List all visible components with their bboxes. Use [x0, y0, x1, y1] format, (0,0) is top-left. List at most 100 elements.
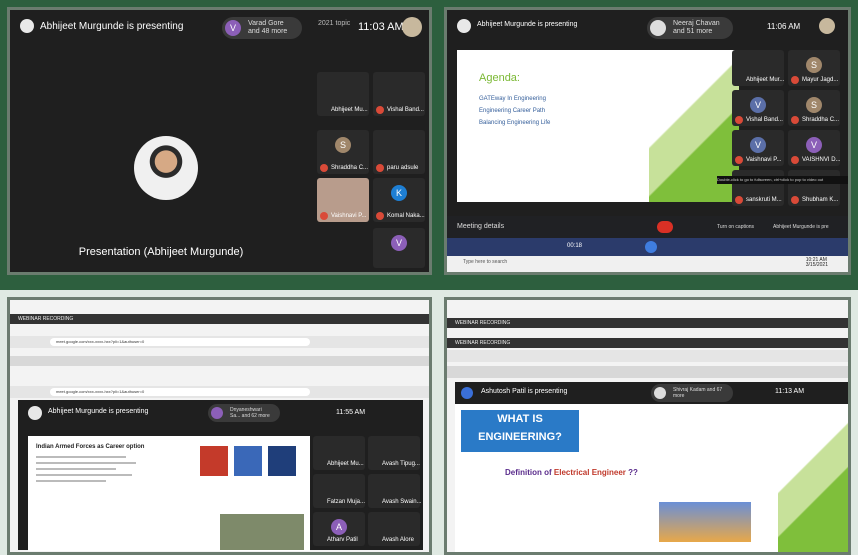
agenda-item: GATEway In Engineering: [479, 96, 546, 102]
mic-muted-icon: [320, 212, 328, 220]
mic-muted-icon: [376, 164, 384, 172]
participant-tile[interactable]: V: [373, 228, 425, 268]
browser-toolbar: [447, 350, 848, 362]
screenshot-panel-3: WEBINAR RECORDING meet.google.com/xxx-xx…: [7, 297, 432, 555]
present-icon: [457, 19, 471, 33]
windows-taskbar: Type here to search 10:21 AM 3/15/2021: [447, 256, 848, 272]
agenda-item: Engineering Career Path: [479, 108, 546, 114]
participants-label: Dnyaneshwari Sa... and 62 more: [230, 407, 270, 419]
avatar: [650, 20, 666, 36]
inner-meet-window: Ashutosh Patil is presenting Shivraj Kad…: [455, 382, 848, 552]
avatar: [211, 407, 223, 419]
what-is-engineering-banner: WHAT IS ENGINEERING?: [461, 410, 579, 452]
presentation-slide: WHAT IS ENGINEERING? Definition of Elect…: [455, 404, 848, 552]
play-icon[interactable]: [645, 241, 657, 253]
avatar: [654, 387, 666, 399]
participant-tile[interactable]: S Mayur Jagd...: [788, 50, 840, 86]
self-avatar[interactable]: [819, 18, 835, 34]
agenda-title: Agenda:: [479, 72, 520, 84]
avatar: V: [225, 20, 241, 36]
browser-tab-strip: [10, 356, 429, 366]
slide-decoration: [778, 404, 848, 552]
mic-muted-icon: [791, 196, 799, 204]
tooltip: Double-click to go to fullscreen, ctrl+c…: [717, 176, 848, 184]
participant-tile[interactable]: Vishal Band...: [373, 72, 425, 116]
definition-heading: Definition of Electrical Engineer ??: [505, 468, 638, 477]
meet-top-bar: Abhijeet Murgunde is presenting Neeraj C…: [447, 10, 848, 46]
army-logo: [200, 446, 228, 476]
cadets-photo: [220, 514, 304, 550]
participant-tile[interactable]: Abhijeet Mur...: [732, 50, 784, 86]
participants-chip[interactable]: Neeraj Chavan and 51 more: [647, 17, 733, 39]
taskbar-clock: 10:21 AM 3/15/2021: [805, 257, 828, 268]
navy-logo: [268, 446, 296, 476]
agenda-item: Balancing Engineering Life: [479, 120, 551, 126]
participant-tile[interactable]: paru adsule: [373, 130, 425, 174]
participants-label: Neeraj Chavan and 51 more: [673, 20, 720, 35]
participant-tile[interactable]: Avash Swain...: [368, 474, 422, 508]
participant-tile[interactable]: Fatzan Muja...: [313, 474, 365, 508]
participant-tile[interactable]: Abhijeet Mu...: [313, 436, 365, 470]
screenshot-panel-4: WEBINAR RECORDING WEBINAR RECORDING Ashu…: [444, 297, 851, 555]
address-bar[interactable]: meet.google.com/xxx-xxxx-hxx?pli=1&authu…: [50, 388, 310, 396]
clock: 11:13 AM: [775, 388, 805, 395]
video-player-bar[interactable]: 00:18: [447, 238, 848, 256]
participant-tile[interactable]: A Atharv Patil: [313, 512, 365, 546]
participant-tile[interactable]: Avash Tipug...: [368, 436, 420, 470]
player-time: 00:18: [567, 243, 583, 249]
participant-tile[interactable]: Vaishnavi P...: [317, 178, 369, 222]
meeting-details-button[interactable]: Meeting details: [457, 223, 504, 230]
mic-muted-icon: [791, 116, 799, 124]
mic-muted-icon: [735, 156, 743, 164]
clock: 11:55 AM: [336, 409, 366, 416]
participant-tile[interactable]: Abhijeet Mu...: [317, 72, 369, 116]
presentation-caption: Presentation (Abhijeet Murgunde): [78, 246, 244, 258]
address-bar[interactable]: meet.google.com/xxx-xxxx-hxx?pli=1&authu…: [50, 338, 310, 346]
clock: 11:03 AM: [358, 21, 404, 33]
self-avatar[interactable]: [402, 17, 422, 37]
participants-chip[interactable]: Shivraj Kadam and 67 more: [651, 384, 733, 402]
air-force-logo: [234, 446, 262, 476]
captions-button[interactable]: Turn on captions: [717, 224, 754, 230]
participant-tile[interactable]: S Shraddha C...: [788, 90, 840, 126]
participant-tile[interactable]: Avash Alore: [368, 512, 420, 546]
recording-bar: WEBINAR RECORDING: [447, 318, 848, 328]
participant-tile[interactable]: V VAISHNVI D...: [788, 130, 841, 166]
mic-muted-icon: [376, 212, 384, 220]
participant-tile[interactable]: S Shraddha C...: [317, 130, 369, 174]
mic-muted-icon: [735, 196, 743, 204]
presenter-banner: Ashutosh Patil is presenting: [481, 388, 568, 395]
recording-bar: WEBINAR RECORDING: [10, 314, 429, 324]
participants-label: Varad Gore and 48 more: [248, 20, 288, 35]
presenter-avatar: [134, 136, 198, 200]
meet-bottom-bar: Meeting details Turn on captions Abhijee…: [447, 216, 848, 238]
participants-chip[interactable]: V Varad Gore and 48 more: [222, 17, 302, 39]
presenter-banner: Abhijeet Murgunde is presenting: [48, 408, 149, 415]
document-title: Indian Armed Forces as Career option: [36, 444, 145, 450]
screenshot-panel-1: Abhijeet Murgunde is presenting V Varad …: [7, 7, 432, 275]
presentation-document: Indian Armed Forces as Career option: [28, 436, 310, 551]
mic-muted-icon: [735, 116, 743, 124]
taskbar-search[interactable]: Type here to search: [463, 259, 507, 265]
recording-bar: WEBINAR RECORDING: [447, 338, 848, 348]
presentation-slide: Agenda: GATEway In Engineering Engineeri…: [457, 50, 739, 202]
end-call-button[interactable]: [657, 221, 673, 233]
mic-muted-icon: [791, 76, 799, 84]
participant-tile[interactable]: V Vaishnavi P...: [732, 130, 784, 166]
participants-label: Shivraj Kadam and 67 more: [673, 387, 723, 399]
participants-chip[interactable]: Dnyaneshwari Sa... and 62 more: [208, 404, 280, 422]
presenting-status: Abhijeet Murgunde is presenting: [773, 224, 829, 230]
presenter-banner: Abhijeet Murgunde is presenting: [40, 21, 184, 32]
screenshot-panel-2: Abhijeet Murgunde is presenting Neeraj C…: [444, 7, 851, 275]
meet-top-bar: Abhijeet Murgunde is presenting V Varad …: [10, 10, 429, 46]
topic-label: 2021 topic: [318, 20, 351, 27]
presentation-area: Presentation (Abhijeet Murgunde): [10, 46, 312, 272]
participant-tile[interactable]: K Komal Naka...: [373, 178, 425, 222]
present-icon: [28, 406, 42, 420]
browser-toolbar: meet.google.com/xxx-xxxx-hxx?pli=1&authu…: [10, 336, 429, 348]
mic-muted-icon: [376, 106, 384, 114]
participant-tile[interactable]: V Vishal Band...: [732, 90, 784, 126]
mic-muted-icon: [320, 164, 328, 172]
presenter-banner: Abhijeet Murgunde is presenting: [477, 21, 578, 28]
browser-toolbar: meet.google.com/xxx-xxxx-hxx?pli=1&authu…: [10, 386, 429, 398]
